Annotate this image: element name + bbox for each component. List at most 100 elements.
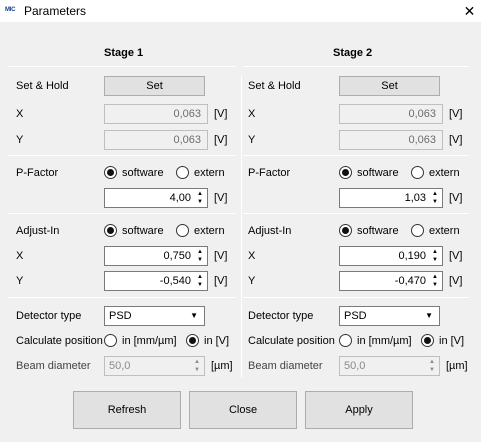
- spin-up-icon[interactable]: ▲: [430, 248, 440, 256]
- stage1-pfactor-extern-label[interactable]: extern: [194, 167, 225, 180]
- stage2-pfactor-software-radio[interactable]: [339, 166, 352, 179]
- stage2-adjust-software-radio[interactable]: [339, 224, 352, 237]
- stage1-divider-3: [8, 297, 236, 298]
- stage2-adjust-x-unit: [V]: [449, 250, 463, 262]
- stage2-adjust-x-label: X: [248, 250, 256, 262]
- stage1-adjust-label: Adjust-In: [16, 225, 60, 237]
- stage2-pfactor-software-label[interactable]: software: [357, 167, 399, 180]
- stage1-pfactor-unit: [V]: [214, 192, 228, 204]
- stage2-calc-mm-label[interactable]: in [mm/µm]: [357, 335, 412, 348]
- stage1-calc-v-radio[interactable]: [186, 334, 199, 347]
- stage1-pfactor-extern-radio[interactable]: [176, 166, 189, 179]
- stage1-detector-value: PSD: [109, 310, 132, 322]
- stage1-adjust-extern-radio[interactable]: [176, 224, 189, 237]
- close-button[interactable]: Close: [189, 391, 297, 429]
- spin-down-icon[interactable]: ▼: [430, 281, 440, 289]
- stage1-detector-label: Detector type: [16, 310, 82, 322]
- stage1-adjust-x-spinbox[interactable]: 0,750 ▲ ▼: [104, 246, 208, 266]
- stage2-set-button[interactable]: Set: [339, 76, 440, 96]
- stage2-y-unit: [V]: [449, 134, 463, 146]
- close-icon[interactable]: ✕: [458, 0, 481, 22]
- spin-down-icon[interactable]: ▼: [430, 198, 440, 206]
- spin-up-icon[interactable]: ▲: [195, 248, 205, 256]
- parameters-window: MIC Parameters ✕ Stage 1 Set & Hold Set …: [0, 0, 481, 442]
- stage1-beam-unit: [µm]: [211, 360, 233, 372]
- stage2-y-label: Y: [248, 134, 256, 146]
- stage2-pfactor-extern-label[interactable]: extern: [429, 167, 460, 180]
- stage2-beam-label: Beam diameter: [248, 360, 323, 372]
- stage2-calc-label: Calculate position: [248, 335, 335, 347]
- stage1-adjust-x-label: X: [16, 250, 24, 262]
- stage1-detector-select[interactable]: PSD ▼: [104, 306, 205, 326]
- stage2-header-divider: [243, 66, 469, 67]
- stage2-calc-mm-radio[interactable]: [339, 334, 352, 347]
- stage1-adjust-y-value: -0,540: [159, 275, 191, 287]
- stage2-adjust-extern-label[interactable]: extern: [429, 225, 460, 238]
- stage2-set-hold-label: Set & Hold: [248, 80, 301, 92]
- stage1-beam-label: Beam diameter: [16, 360, 91, 372]
- stage1-beam-spinbox: 50,0 ▲ ▼: [104, 356, 205, 376]
- stage1-pfactor-software-label[interactable]: software: [122, 167, 164, 180]
- stage1-calc-v-label[interactable]: in [V]: [204, 335, 229, 348]
- spin-down-icon: ▼: [194, 367, 200, 373]
- stage1-pfactor-label: P-Factor: [16, 167, 59, 179]
- stage-separator: [241, 76, 242, 378]
- stage1-adjust-y-label: Y: [16, 275, 24, 287]
- stage1-x-label: X: [16, 108, 24, 120]
- stage2-calc-v-radio[interactable]: [421, 334, 434, 347]
- stage2-pfactor-value: 1,03: [404, 192, 426, 204]
- title-bar: MIC Parameters ✕: [0, 0, 481, 22]
- stage2-adjust-y-spinbox[interactable]: -0,470 ▲ ▼: [339, 271, 443, 291]
- stage1-divider-1: [8, 155, 236, 156]
- stage2-divider-3: [243, 297, 469, 298]
- stage2-x-label: X: [248, 108, 256, 120]
- spin-up-icon[interactable]: ▲: [430, 273, 440, 281]
- stage2-pfactor-spinbox[interactable]: 1,03 ▲ ▼: [339, 188, 443, 208]
- window-title: Parameters: [24, 4, 87, 18]
- stage2-pfactor-extern-radio[interactable]: [411, 166, 424, 179]
- stage2-beam-value: 50,0: [344, 360, 366, 372]
- spin-down-icon[interactable]: ▼: [195, 198, 205, 206]
- apply-button[interactable]: Apply: [305, 391, 413, 429]
- stage1-x-unit: [V]: [214, 108, 228, 120]
- refresh-button[interactable]: Refresh: [73, 391, 181, 429]
- stage1-calc-mm-label[interactable]: in [mm/µm]: [122, 335, 177, 348]
- stage1-adjust-software-radio[interactable]: [104, 224, 117, 237]
- stage1-adjust-extern-label[interactable]: extern: [194, 225, 225, 238]
- spin-down-icon[interactable]: ▼: [195, 256, 205, 264]
- stage2-adjust-x-value: 0,190: [398, 250, 426, 262]
- spin-up-icon: ▲: [194, 359, 200, 365]
- spin-up-icon[interactable]: ▲: [430, 190, 440, 198]
- stage1-adjust-x-unit: [V]: [214, 250, 228, 262]
- stage1-x-field: 0,063: [104, 104, 208, 124]
- stage1-adjust-software-label[interactable]: software: [122, 225, 164, 238]
- stage1-pfactor-software-radio[interactable]: [104, 166, 117, 179]
- stage1-title: Stage 1: [104, 47, 144, 59]
- stage1-y-label: Y: [16, 134, 24, 146]
- spin-up-icon[interactable]: ▲: [195, 190, 205, 198]
- stage2-adjust-label: Adjust-In: [248, 225, 292, 237]
- stage1-set-button[interactable]: Set: [104, 76, 205, 96]
- stage2-detector-select[interactable]: PSD ▼: [339, 306, 440, 326]
- spin-up-icon[interactable]: ▲: [195, 273, 205, 281]
- stage2-divider-2: [243, 213, 469, 214]
- stage2-adjust-x-spinbox[interactable]: 0,190 ▲ ▼: [339, 246, 443, 266]
- spin-down-icon[interactable]: ▼: [195, 281, 205, 289]
- stage1-pfactor-value: 4,00: [169, 192, 191, 204]
- stage2-beam-unit: [µm]: [446, 360, 468, 372]
- stage2-adjust-software-label[interactable]: software: [357, 225, 399, 238]
- chevron-down-icon: ▼: [190, 311, 198, 320]
- stage2-y-field: 0,063: [339, 130, 443, 150]
- stage1-pfactor-spinbox[interactable]: 4,00 ▲ ▼: [104, 188, 208, 208]
- stage2-calc-v-label[interactable]: in [V]: [439, 335, 464, 348]
- stage1-y-unit: [V]: [214, 134, 228, 146]
- stage1-adjust-y-unit: [V]: [214, 275, 228, 287]
- stage2-detector-label: Detector type: [248, 310, 314, 322]
- stage1-adjust-y-spinbox[interactable]: -0,540 ▲ ▼: [104, 271, 208, 291]
- stage2-adjust-extern-radio[interactable]: [411, 224, 424, 237]
- spin-down-icon[interactable]: ▼: [430, 256, 440, 264]
- stage1-beam-value: 50,0: [109, 360, 131, 372]
- stage2-title: Stage 2: [333, 47, 373, 59]
- stage1-calc-mm-radio[interactable]: [104, 334, 117, 347]
- stage1-divider-2: [8, 213, 236, 214]
